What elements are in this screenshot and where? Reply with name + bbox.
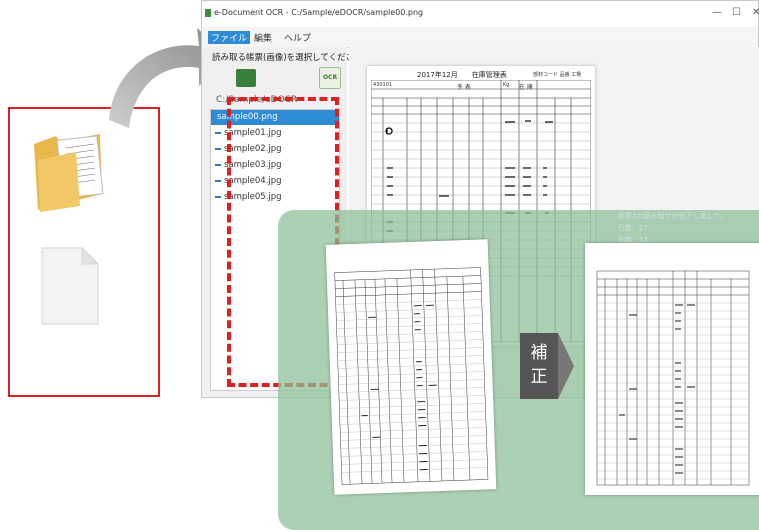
correction-char: 正: [530, 367, 548, 387]
file-icon: [38, 244, 102, 328]
close-button[interactable]: ✕: [752, 7, 759, 18]
menu-help[interactable]: ヘルプ: [284, 31, 311, 44]
menu-bar: ファイル 編集 ヘルプ: [202, 27, 758, 48]
ocr-button[interactable]: OCR: [319, 67, 341, 89]
status-line: 帳票1の読み取りが完了しました。: [618, 212, 728, 220]
open-file-button[interactable]: [236, 69, 256, 87]
correction-char: 補: [530, 343, 548, 363]
correction-step: 補 正: [520, 333, 574, 399]
select-prompt: 読み取る帳票(画像)を選択してください。: [212, 53, 372, 63]
corrected-sheet: [585, 243, 759, 495]
source-files-box: [8, 107, 160, 397]
menu-edit[interactable]: 編集: [254, 31, 272, 44]
correction-label: 補 正: [520, 341, 558, 389]
minimize-button[interactable]: —: [712, 7, 722, 18]
chevron-right-icon: [558, 333, 574, 399]
status-line: 行数：27: [618, 224, 648, 232]
doc-title: 2017年12月 在庫管理表: [417, 71, 507, 79]
window-title: e-Document OCR - C:/Sample/eDOCR/sample0…: [214, 8, 424, 17]
skewed-sheet: [325, 239, 497, 495]
menu-file[interactable]: ファイル: [208, 31, 251, 44]
status-text: 帳票1の読み取りが完了しました。 行数：27 列数：13: [618, 210, 727, 246]
app-icon: [205, 9, 211, 17]
title-bar: e-Document OCR - C:/Sample/eDOCR/sample0…: [202, 1, 759, 27]
maximize-button[interactable]: ☐: [732, 7, 741, 18]
doc-right-head: 部材コード 品番 工場: [533, 72, 582, 78]
